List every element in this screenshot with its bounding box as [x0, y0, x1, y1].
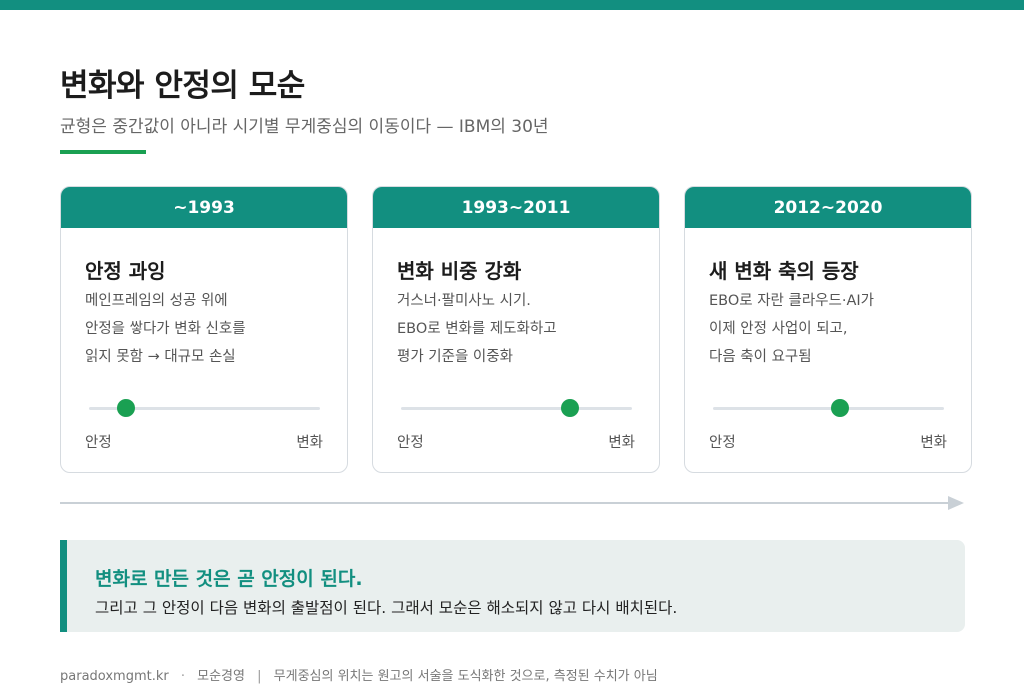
card-period-header: ~1993	[61, 187, 347, 228]
card-title: 새 변화 축의 등장	[709, 259, 859, 283]
footer: paradoxmgmt.kr · 모순경영 | 무게중심의 위치는 원고의 서술…	[60, 665, 658, 684]
card-description: EBO로 자란 클라우드·AI가 이제 안정 사업이 되고, 다음 축이 요구됨	[709, 287, 959, 371]
period-card-1: ~1993 안정 과잉 메인프레임의 성공 위에 안정을 쌓다가 변화 신호를 …	[60, 186, 348, 473]
card-description-line: 메인프레임의 성공 위에	[85, 293, 228, 309]
balance-marker	[116, 399, 135, 417]
period-card-3: 2012~2020 새 변화 축의 등장 EBO로 자란 클라우드·AI가 이제…	[684, 186, 972, 473]
card-title: 변화 비중 강화	[397, 259, 522, 283]
card-description: 거스너·팔미사노 시기. EBO로 변화를 제도화하고 평가 기준을 이중화	[397, 287, 647, 371]
footer-note: 무게중심의 위치는 원고의 서술을 도식화한 것으로, 측정된 수치가 아님	[273, 669, 658, 684]
conclusion-callout: 변화로 만든 것은 곧 안정이 된다. 그리고 그 안정이 다음 변화의 출발점…	[60, 540, 965, 632]
footer-section: 모순경영	[197, 669, 245, 684]
change-label: 변화	[296, 435, 323, 451]
card-title: 안정 과잉	[85, 259, 166, 283]
change-label: 변화	[920, 435, 947, 451]
top-accent-bar	[0, 0, 1024, 10]
callout-body: 그리고 그 안정이 다음 변화의 출발점이 된다. 그래서 모순은 해소되지 않…	[95, 599, 678, 617]
card-description-line: EBO로 변화를 제도화하고	[397, 321, 557, 337]
card-period-header: 2012~2020	[685, 187, 971, 228]
footer-site: paradoxmgmt.kr	[60, 669, 169, 684]
callout-title: 변화로 만든 것은 곧 안정이 된다.	[95, 568, 363, 590]
balance-track	[713, 399, 944, 417]
change-label: 변화	[608, 435, 635, 451]
balance-marker	[831, 399, 850, 417]
card-description-line: 이제 안정 사업이 되고,	[709, 321, 848, 337]
balance-track	[89, 399, 320, 417]
card-description-line: 읽지 못함 → 대규모 손실	[85, 349, 236, 365]
footer-bar-separator: |	[257, 669, 262, 684]
stability-label: 안정	[709, 435, 736, 451]
card-period-header: 1993~2011	[373, 187, 659, 228]
title-underline	[60, 150, 146, 154]
timeline-line	[60, 502, 950, 504]
card-description-line: 안정을 쌓다가 변화 신호를	[85, 321, 246, 337]
balance-track	[401, 399, 632, 417]
stability-label: 안정	[397, 435, 424, 451]
page-subtitle: 균형은 중간값이 아니라 시기별 무게중심의 이동이다 — IBM의 30년	[60, 117, 549, 137]
card-description-line: 거스너·팔미사노 시기.	[397, 293, 531, 309]
footer-dot-separator: ·	[180, 669, 185, 684]
card-description-line: 평가 기준을 이중화	[397, 349, 513, 365]
period-card-2: 1993~2011 변화 비중 강화 거스너·팔미사노 시기. EBO로 변화를…	[372, 186, 660, 473]
page-title: 변화와 안정의 모순	[60, 68, 305, 104]
card-description: 메인프레임의 성공 위에 안정을 쌓다가 변화 신호를 읽지 못함 → 대규모 …	[85, 287, 335, 371]
balance-marker	[560, 399, 579, 417]
card-description-line: 다음 축이 요구됨	[709, 349, 812, 365]
card-description-line: EBO로 자란 클라우드·AI가	[709, 293, 875, 309]
stability-label: 안정	[85, 435, 112, 451]
timeline-arrow-icon	[948, 496, 964, 510]
